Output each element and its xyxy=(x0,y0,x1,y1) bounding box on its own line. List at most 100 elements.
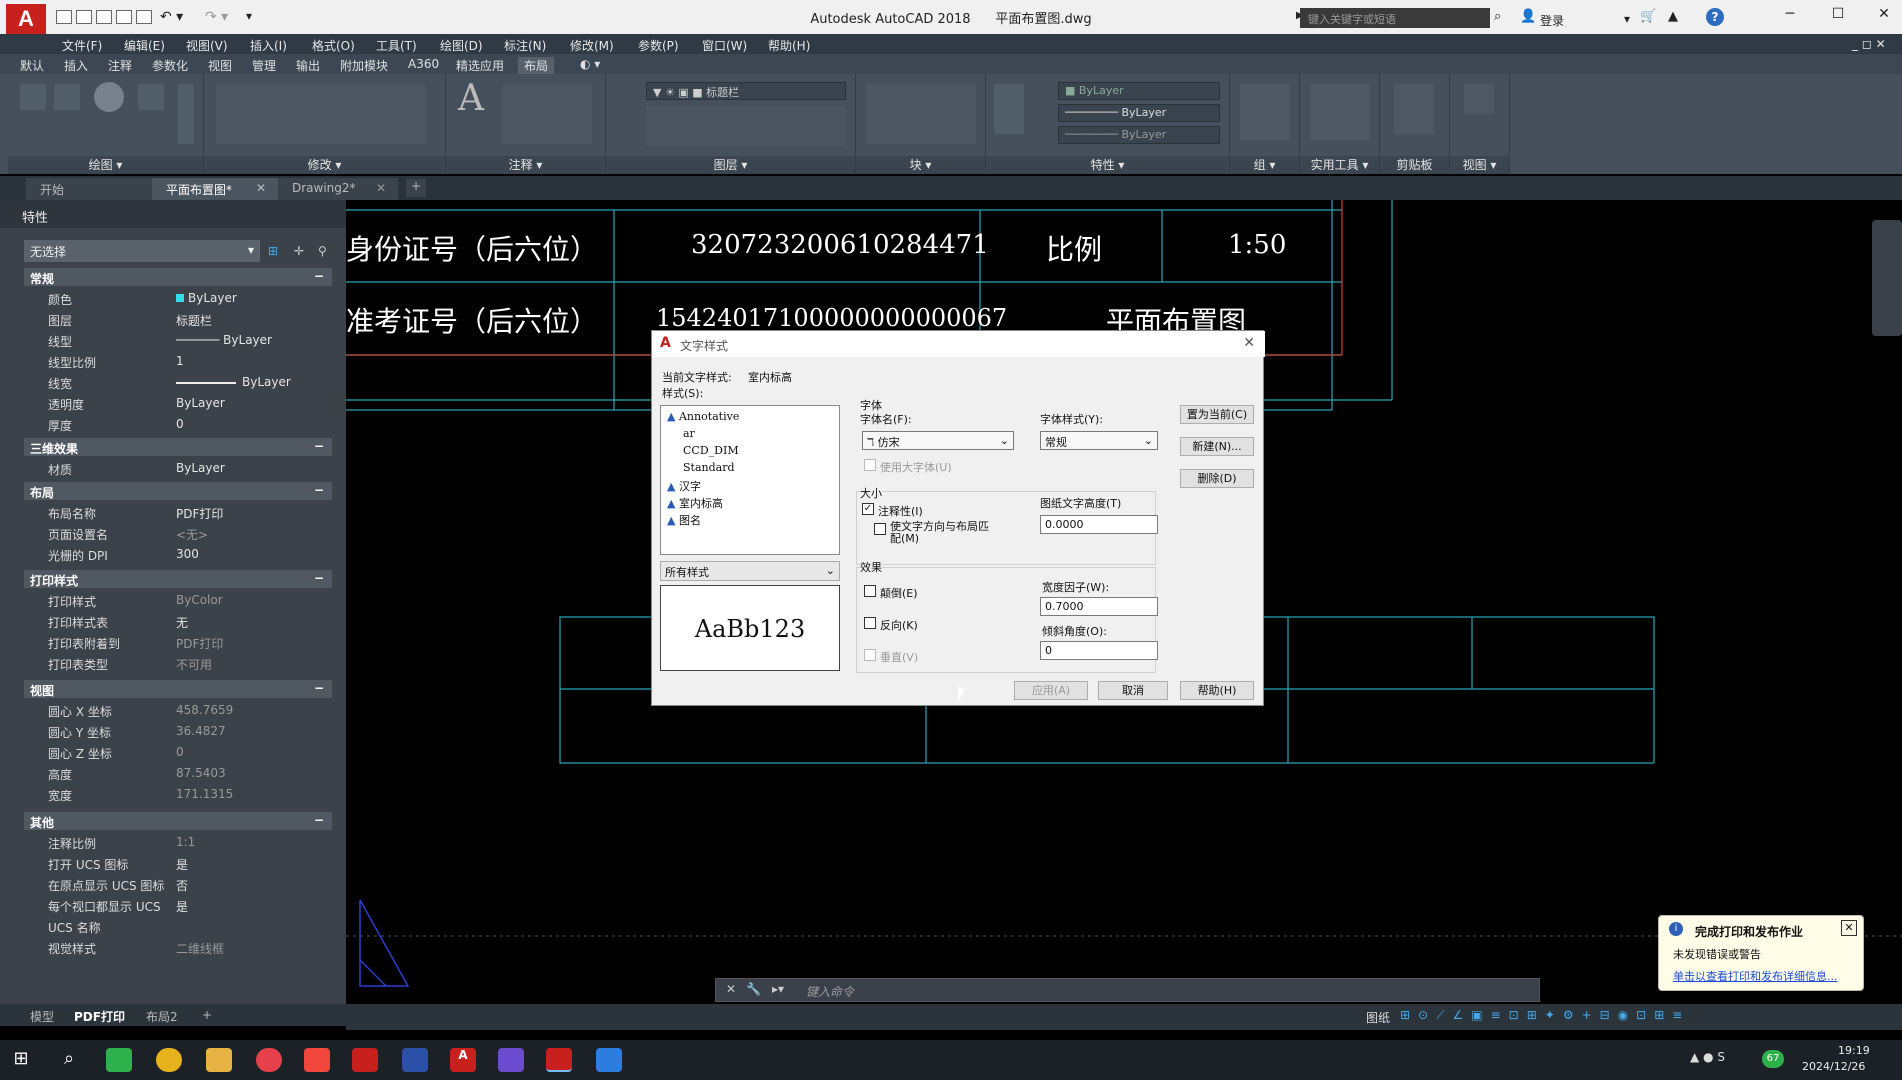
measure-icon[interactable] xyxy=(1310,84,1370,140)
notif-close-icon[interactable]: ✕ xyxy=(1841,920,1857,936)
group-icon[interactable] xyxy=(1240,84,1290,140)
section-other[interactable]: 其他 − xyxy=(24,812,332,830)
prop-pagesetup[interactable]: 页面设置名 <无> xyxy=(24,523,332,544)
dialog-close-icon[interactable]: ✕ xyxy=(1243,335,1255,351)
annotate-tools-icon[interactable] xyxy=(502,84,592,144)
close-button[interactable]: ✕ xyxy=(1862,6,1902,28)
windows-start-icon[interactable]: ⊞ xyxy=(8,1048,34,1072)
prop-ltscale[interactable]: 线型比例 1 xyxy=(24,351,332,372)
status-toggle-icons[interactable]: ⊞⊙⟋∠▣≡⊡⊞✦⚙+⊟◉⊡⊞≡ xyxy=(1400,1008,1690,1023)
paper-space-toggle[interactable]: 图纸 xyxy=(1366,1009,1390,1026)
file-explorer-icon[interactable] xyxy=(206,1048,232,1072)
command-line[interactable]: ✕ 🔧 ▸▾ 键入命令 xyxy=(715,978,1540,1002)
tab-default[interactable]: 默认 xyxy=(20,57,44,74)
tab-output[interactable]: 输出 xyxy=(296,57,320,74)
prop-height[interactable]: 高度 87.5403 xyxy=(24,763,332,784)
font-style-dropdown[interactable]: 常规 ⌄ xyxy=(1040,431,1158,450)
prop-lineweight[interactable]: 线宽 ByLayer xyxy=(24,372,332,393)
styles-list[interactable]: ▲ Annotative ar CCD_DIM Standard ▲ 汉字 ▲ … xyxy=(660,405,840,555)
close-tab-icon[interactable]: ✕ xyxy=(256,181,266,195)
set-current-button[interactable]: 置为当前(C) xyxy=(1180,405,1254,424)
selection-dropdown[interactable]: 无选择 ▾ xyxy=(24,240,260,262)
style-item-ar[interactable]: ar xyxy=(683,427,695,440)
modify-tools-icon[interactable] xyxy=(216,84,426,144)
menu-dimension[interactable]: 标注(N) xyxy=(504,37,546,54)
command-input[interactable]: 键入命令 xyxy=(806,983,854,1000)
plot-notification[interactable]: i 完成打印和发布作业 ✕ 未发现错误或警告 单击以查看打印和发布详细信息... xyxy=(1658,915,1864,991)
prop-linetype[interactable]: 线型 ────── ByLayer xyxy=(24,330,332,351)
menu-view[interactable]: 视图(V) xyxy=(186,37,228,54)
add-layout-icon[interactable]: + xyxy=(202,1008,212,1022)
font-name-dropdown[interactable]: ℸ 仿宋 ⌄ xyxy=(862,431,1014,450)
prop-attachedto[interactable]: 打印表附着到 PDF打印 xyxy=(24,632,332,653)
color-dropdown[interactable]: ■ ByLayer xyxy=(1058,82,1220,100)
width-factor-input[interactable]: 0.7000 xyxy=(1040,597,1158,616)
menu-window[interactable]: 窗口(W) xyxy=(702,37,747,54)
doc-window-controls[interactable]: _ ◻ ✕ xyxy=(1852,37,1886,51)
tab-addins[interactable]: 附加模块 xyxy=(340,57,388,74)
prop-width[interactable]: 宽度 171.1315 xyxy=(24,784,332,805)
app3-icon[interactable] xyxy=(596,1048,622,1072)
tab-view[interactable]: 视图 xyxy=(208,57,232,74)
paper-height-input[interactable]: 0.0000 xyxy=(1040,515,1158,534)
match-properties-icon[interactable] xyxy=(994,84,1024,134)
tray-icons[interactable]: ▲ ● S xyxy=(1690,1050,1725,1064)
style-item-indoor-elev[interactable]: ▲ 室内标高 xyxy=(667,495,723,511)
prop-rasterdpi[interactable]: 光栅的 DPI 300 xyxy=(24,544,332,565)
tray-badge[interactable]: 67 xyxy=(1762,1050,1784,1068)
layout-tab-layout2[interactable]: 布局2 xyxy=(146,1008,178,1025)
prop-color[interactable]: 颜色 ByLayer xyxy=(24,288,332,309)
style-item-ccd-dim[interactable]: CCD_DIM xyxy=(683,444,739,457)
style-item-standard[interactable]: Standard xyxy=(683,461,735,474)
prop-layoutname[interactable]: 布局名称 PDF打印 xyxy=(24,502,332,523)
wechat-icon[interactable] xyxy=(106,1048,132,1072)
menu-modify[interactable]: 修改(M) xyxy=(570,37,614,54)
tab-insert[interactable]: 插入 xyxy=(64,57,88,74)
prop-plotstyletable[interactable]: 打印样式表无 xyxy=(24,611,332,632)
autocad-taskbar-icon[interactable]: A xyxy=(450,1048,476,1072)
base-view-icon[interactable] xyxy=(1464,84,1494,114)
menu-draw[interactable]: 绘图(D) xyxy=(440,37,483,54)
prop-material[interactable]: 材质 ByLayer xyxy=(24,458,332,479)
menu-parametric[interactable]: 参数(P) xyxy=(638,37,679,54)
recent-cmd-icon[interactable]: ▸▾ xyxy=(772,982,784,996)
paste-icon[interactable] xyxy=(1394,84,1434,134)
help-icon[interactable]: ? xyxy=(1706,8,1724,26)
dialog-titlebar[interactable]: A 文字样式 ✕ xyxy=(652,331,1265,357)
app-icon[interactable] xyxy=(402,1048,428,1072)
close-cmd-icon[interactable]: ✕ xyxy=(726,982,736,996)
section-3d[interactable]: 三维效果 − xyxy=(24,438,332,456)
prop-ucsname[interactable]: UCS 名称 xyxy=(24,916,332,937)
youdao-icon[interactable] xyxy=(304,1048,330,1072)
prop-thickness[interactable]: 厚度 0 xyxy=(24,414,332,435)
text-icon[interactable]: A xyxy=(458,78,484,119)
delete-style-button[interactable]: 删除(D) xyxy=(1180,469,1254,488)
prop-annoscale[interactable]: 注释比例 1:1 xyxy=(24,832,332,853)
notif-link[interactable]: 单击以查看打印和发布详细信息... xyxy=(1673,968,1838,984)
style-filter-dropdown[interactable]: 所有样式 ⌄ xyxy=(660,561,840,581)
section-layout[interactable]: 布局 − xyxy=(24,482,332,500)
section-plotstyle[interactable]: 打印样式 − xyxy=(24,570,332,588)
quick-select-icon[interactable]: ⚲ xyxy=(318,244,327,258)
login-link[interactable]: 登录 xyxy=(1540,12,1564,29)
app2-icon[interactable] xyxy=(498,1048,524,1072)
clock-time[interactable]: 19:19 xyxy=(1838,1044,1870,1057)
prop-ucsicon[interactable]: 打开 UCS 图标是 xyxy=(24,853,332,874)
menu-tools[interactable]: 工具(T) xyxy=(376,37,417,54)
menu-edit[interactable]: 编辑(E) xyxy=(124,37,165,54)
section-view[interactable]: 视图 − xyxy=(24,680,332,698)
cart-icon[interactable]: 🛒 xyxy=(1640,9,1656,24)
search-input[interactable]: 键入关键字或短语 xyxy=(1300,8,1490,28)
menu-format[interactable]: 格式(O) xyxy=(312,37,355,54)
layout-tab-model[interactable]: 模型 xyxy=(30,1008,54,1025)
login-dropdown-icon[interactable]: ▾ xyxy=(1624,12,1630,26)
doc-tab-start[interactable]: 开始 xyxy=(26,178,152,200)
wps-active-icon[interactable] xyxy=(546,1048,572,1072)
close-tab-icon[interactable]: ✕ xyxy=(376,181,386,195)
apply-button[interactable]: 应用(A) xyxy=(1014,681,1088,700)
layout-tab-pdf[interactable]: PDF打印 xyxy=(74,1008,125,1025)
prop-layer[interactable]: 图层 标题栏 xyxy=(24,309,332,330)
style-item-drawing-name[interactable]: ▲ 图名 xyxy=(667,512,701,528)
upside-down-checkbox[interactable] xyxy=(864,585,876,597)
style-item-annotative[interactable]: ▲ Annotative xyxy=(667,410,739,423)
